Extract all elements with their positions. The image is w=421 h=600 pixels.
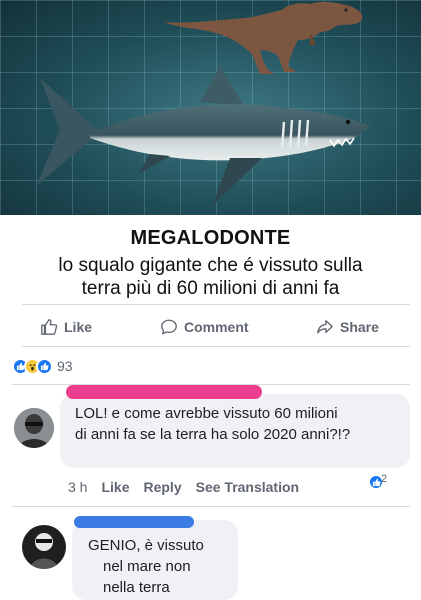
comment-icon	[161, 319, 177, 335]
profile-photo	[22, 525, 66, 569]
censored-name	[66, 385, 262, 399]
censored-name	[74, 516, 194, 528]
comment-label: Comment	[184, 319, 249, 335]
thumbs-up-icon	[41, 319, 58, 335]
share-label: Share	[340, 319, 379, 335]
comment-reply-link[interactable]: Reply	[143, 479, 181, 495]
see-translation-link[interactable]: See Translation	[196, 479, 299, 495]
avatar[interactable]	[22, 525, 66, 569]
comment-text-line-1: LOL! e come avrebbe vissuto 60 milioni	[75, 405, 338, 422]
comment-like-link[interactable]: Like	[101, 479, 129, 495]
megalodon-illustration	[36, 66, 370, 206]
comment-text-line-3: nella terra	[103, 579, 170, 596]
action-bar: Like Comment Share	[0, 312, 421, 342]
reaction-count: 93	[57, 358, 73, 374]
like-icon	[36, 357, 53, 375]
comment-reactions[interactable]: 2	[368, 473, 388, 490]
reaction-summary[interactable]: 93	[12, 356, 73, 376]
share-button[interactable]: Share	[316, 312, 379, 342]
post-text-line-2: terra più di 60 milioni di anni fa	[81, 278, 340, 299]
post-image[interactable]	[0, 0, 421, 215]
post-text-line-1: lo squalo gigante che é vissuto sulla	[58, 255, 363, 276]
comment-time[interactable]: 3 h	[68, 479, 87, 495]
divider	[12, 506, 410, 507]
like-button[interactable]: Like	[40, 312, 92, 342]
share-arrow-icon	[317, 320, 333, 334]
comment-meta: 3 h Like Reply See Translation	[68, 477, 313, 497]
comment-text-line-1: GENIO, è vissuto	[88, 537, 204, 554]
avatar[interactable]	[14, 408, 54, 448]
profile-photo	[14, 408, 54, 448]
comment-reaction-count: 2	[381, 473, 388, 485]
comment-text-line-2: nel mare non	[103, 558, 191, 575]
post-title: MEGALODONTE	[130, 227, 291, 249]
divider	[22, 346, 410, 347]
divider	[22, 304, 410, 305]
comment-text-line-2: di anni fa se la terra ha solo 2020 anni…	[75, 426, 351, 443]
like-label: Like	[64, 319, 93, 335]
comment-button[interactable]: Comment	[160, 312, 249, 342]
